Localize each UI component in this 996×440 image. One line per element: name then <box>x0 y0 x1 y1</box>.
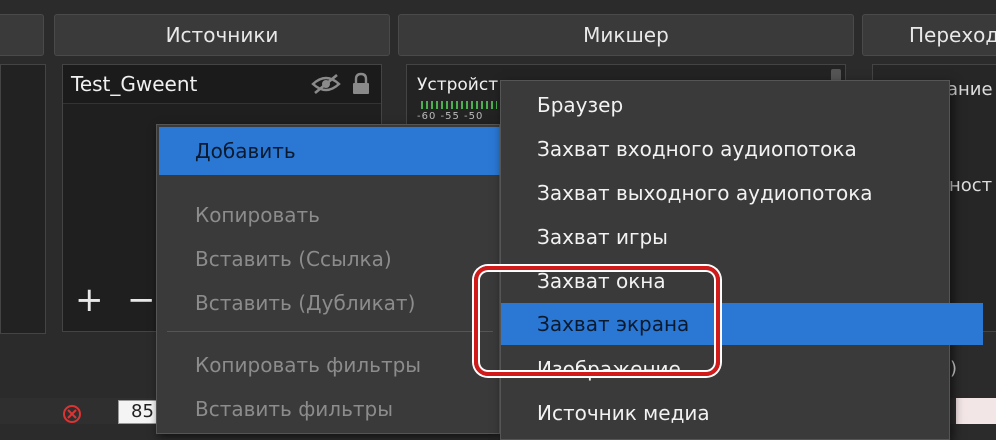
number-field[interactable]: 85 <box>118 400 158 424</box>
menu-item-copy-filters-label: Копировать фильтры <box>195 353 422 377</box>
transitions-panel-title: Переход <box>909 23 996 47</box>
menu-item-add-label: Добавить <box>195 139 296 163</box>
menu-item-paste-reference-label: Вставить (Ссылка) <box>195 247 392 271</box>
transitions-panel-header: Переход <box>862 14 996 56</box>
scenes-panel <box>0 64 46 334</box>
source-item-name: Test_Gweent <box>71 72 198 96</box>
submenu-item-browser[interactable]: Браузер <box>501 83 985 127</box>
menu-separator <box>167 331 493 332</box>
mixer-panel-title: Микшер <box>583 23 669 47</box>
sources-panel-header: Источники <box>54 14 390 56</box>
mixer-panel-header: Микшер <box>398 14 854 56</box>
remove-source-button[interactable]: − <box>127 283 156 317</box>
left-panel-header <box>0 14 44 56</box>
submenu-item-game-capture-label: Захват игры <box>537 225 668 249</box>
sources-panel-title: Источники <box>165 23 279 47</box>
submenu-item-media-source-label: Источник медиа <box>537 401 710 425</box>
menu-item-paste-duplicate-label: Вставить (Дубликат) <box>195 291 416 315</box>
add-source-button[interactable]: + <box>75 283 104 317</box>
menu-item-paste-filters[interactable]: Вставить фильтры <box>159 389 533 429</box>
context-menu: Добавить ▶ Копировать Вставить (Ссылка) … <box>156 124 533 434</box>
meter-scale: -60 -55 -50 <box>417 111 484 122</box>
menu-item-paste-filters-label: Вставить фильтры <box>195 397 394 421</box>
close-circle-icon[interactable] <box>62 404 82 424</box>
mixer-device-label: Устройст <box>417 75 499 95</box>
submenu-item-browser-label: Браузер <box>537 93 624 117</box>
submenu-item-audio-output-capture-label: Захват выходного аудиопотока <box>537 181 873 205</box>
submenu-item-audio-input-capture[interactable]: Захват входного аудиопотока <box>501 127 985 171</box>
number-field-value: 85 <box>131 401 154 422</box>
lock-icon[interactable] <box>351 72 371 96</box>
submenu-item-audio-input-capture-label: Захват входного аудиопотока <box>537 137 857 161</box>
menu-item-copy-label: Копировать <box>195 203 320 227</box>
annotation-highlight-ring <box>474 266 720 376</box>
volume-meter <box>421 101 497 109</box>
add-submenu: Браузер Захват входного аудиопотока Захв… <box>500 80 983 440</box>
menu-item-add[interactable]: Добавить ▶ <box>159 127 533 175</box>
menu-item-copy[interactable]: Копировать <box>159 195 533 235</box>
submenu-item-media-source[interactable]: Источник медиа <box>501 391 985 435</box>
source-item[interactable]: Test_Gweent <box>63 65 381 104</box>
submenu-item-audio-output-capture[interactable]: Захват выходного аудиопотока <box>501 171 985 215</box>
visibility-hidden-icon[interactable] <box>311 73 341 95</box>
submenu-item-game-capture[interactable]: Захват игры <box>501 215 985 259</box>
